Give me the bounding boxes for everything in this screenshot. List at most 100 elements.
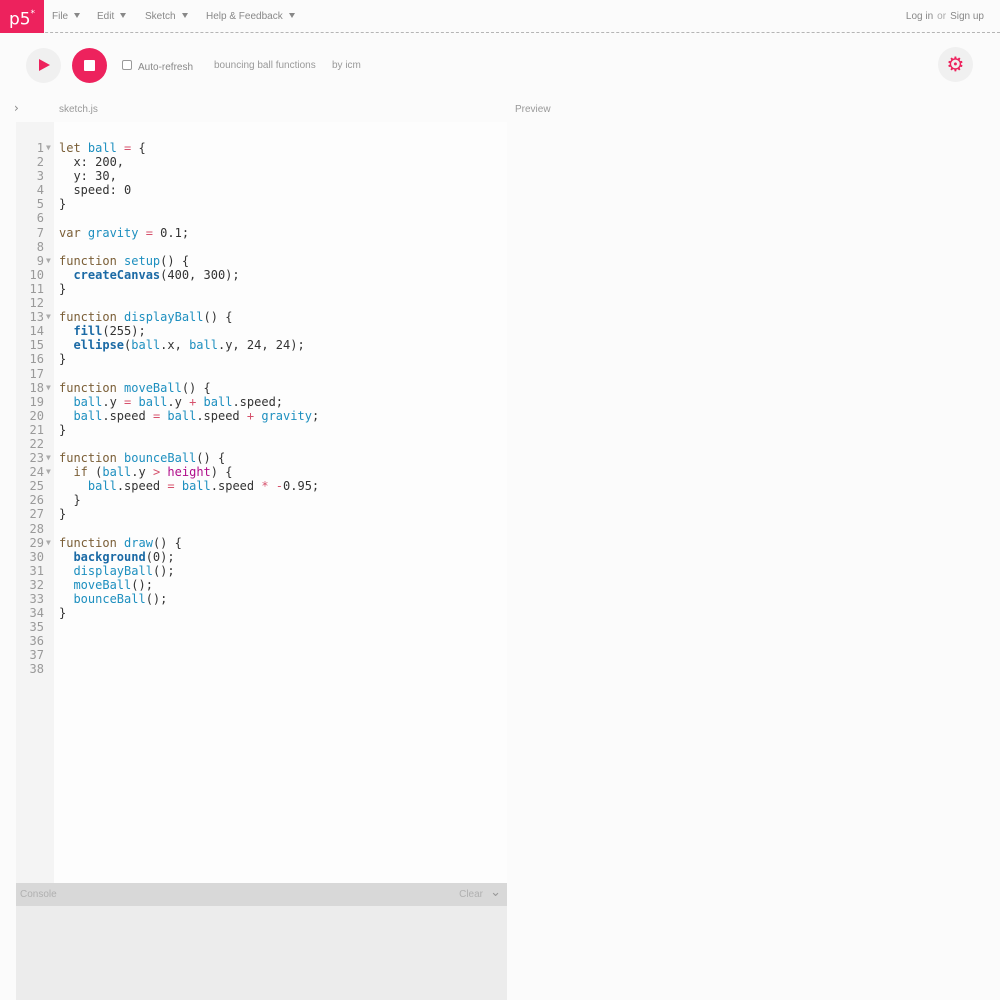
file-tab-sketch-js[interactable]: sketch.js	[59, 104, 98, 115]
code-line[interactable]: 33 bounceBall();	[16, 592, 507, 606]
code-line[interactable]: 9 ▼ function setup() {	[16, 254, 507, 268]
chevron-right-icon[interactable]: ›	[14, 101, 19, 115]
code-text: bounceBall();	[73, 592, 168, 606]
top-nav: p5* File Edit Sketch Help & Feedback Log…	[0, 0, 1000, 33]
code-line[interactable]: 29 ▼ function draw() {	[16, 536, 507, 550]
code-line[interactable]: 16}	[16, 352, 507, 366]
code-text: }	[59, 493, 81, 508]
code-line[interactable]: 28	[16, 522, 507, 536]
code-text: }	[59, 422, 67, 437]
code-line[interactable]: 30 background(0);	[16, 550, 507, 564]
code-line[interactable]: 25 ball.speed = ball.speed * -0.95;	[16, 479, 507, 493]
code-line[interactable]: 26 }	[16, 493, 507, 507]
code-text: moveBall();	[73, 577, 153, 592]
code-line[interactable]: 12	[16, 296, 507, 310]
menu-sketch[interactable]: Sketch	[145, 0, 188, 33]
fold-arrow-icon[interactable]: ▼	[46, 254, 51, 268]
play-button[interactable]	[26, 48, 61, 83]
code-line[interactable]: 34}	[16, 606, 507, 620]
code-line[interactable]: 4 speed: 0	[16, 183, 507, 197]
signup-link[interactable]: Sign up	[950, 11, 984, 22]
code-line[interactable]: 31 displayBall();	[16, 564, 507, 578]
code-line[interactable]: 18 ▼ function moveBall() {	[16, 381, 507, 395]
line-number: 7	[36, 225, 44, 240]
line-number: 38	[29, 662, 44, 677]
code-line[interactable]: 24 ▼ if (ball.y > height) {	[16, 465, 507, 479]
code-line[interactable]: 10 createCanvas(400, 300);	[16, 268, 507, 282]
fold-arrow-icon[interactable]: ▼	[46, 451, 51, 465]
code-text: function bounceBall() {	[59, 451, 226, 466]
console-label: Console	[20, 889, 57, 900]
line-number: 29	[29, 535, 44, 550]
line-number: 20	[29, 408, 44, 423]
fold-arrow-icon[interactable]: ▼	[46, 310, 51, 324]
line-number: 9	[36, 253, 44, 268]
menu-help[interactable]: Help & Feedback	[206, 0, 295, 33]
code-line[interactable]: 1 ▼ let ball = {	[16, 141, 507, 155]
code-line[interactable]: 20 ball.speed = ball.speed + gravity;	[16, 409, 507, 423]
code-line[interactable]: 17	[16, 367, 507, 381]
code-line[interactable]: 3 y: 30,	[16, 169, 507, 183]
code-line[interactable]: 19 ball.y = ball.y + ball.speed;	[16, 395, 507, 409]
menu-sketch-label: Sketch	[145, 11, 176, 22]
code-line[interactable]: 37	[16, 648, 507, 662]
code-line[interactable]: 11}	[16, 282, 507, 296]
code-text: ball.y = ball.y + ball.speed;	[73, 394, 284, 409]
menu-file[interactable]: File	[52, 0, 81, 33]
console-clear-button[interactable]: Clear	[459, 889, 483, 900]
code-line[interactable]: 13 ▼ function displayBall() {	[16, 310, 507, 324]
login-link[interactable]: Log in	[906, 11, 933, 22]
line-number: 1	[36, 141, 44, 155]
caret-down-icon	[288, 12, 295, 18]
code-line[interactable]: 5}	[16, 197, 507, 211]
code-text: function moveBall() {	[59, 380, 211, 395]
code-line[interactable]: 8	[16, 240, 507, 254]
line-number: 17	[29, 366, 44, 381]
fold-arrow-icon[interactable]: ▼	[46, 536, 51, 550]
code-line[interactable]: 38	[16, 662, 507, 676]
play-icon	[39, 59, 50, 71]
code-line[interactable]: 32 moveBall();	[16, 578, 507, 592]
code-line[interactable]: 22	[16, 437, 507, 451]
code-text: function draw() {	[59, 535, 182, 550]
code-text: let ball = {	[59, 141, 146, 155]
line-number: 8	[36, 239, 44, 254]
code-text: ball.speed = ball.speed * -0.95;	[87, 479, 320, 494]
auto-refresh-checkbox[interactable]	[122, 60, 132, 70]
code-line[interactable]: 6	[16, 211, 507, 225]
code-line[interactable]: 15 ellipse(ball.x, ball.y, 24, 24);	[16, 338, 507, 352]
line-number: 14	[29, 324, 44, 339]
line-number: 27	[29, 507, 44, 522]
code-text: displayBall();	[73, 563, 175, 578]
code-line[interactable]: 2 x: 200,	[16, 155, 507, 169]
code-text: ellipse(ball.x, ball.y, 24, 24);	[73, 338, 305, 353]
stop-button[interactable]	[72, 48, 107, 83]
preview-label: Preview	[515, 104, 551, 115]
sketch-owner[interactable]: by icm	[332, 60, 361, 71]
code-line[interactable]: 7 var gravity = 0.1;	[16, 226, 507, 240]
code-line[interactable]: 21}	[16, 423, 507, 437]
code-line[interactable]: 14 fill(255);	[16, 324, 507, 338]
fold-arrow-icon[interactable]: ▼	[46, 381, 51, 395]
chevron-down-icon[interactable]: ⌄	[490, 885, 501, 900]
auto-refresh-label: Auto-refresh	[138, 62, 194, 73]
code-text: if (ball.y > height) {	[73, 465, 233, 480]
code-text: function setup() {	[59, 253, 190, 268]
sketch-name[interactable]: bouncing ball functions	[214, 60, 316, 71]
fold-arrow-icon[interactable]: ▼	[46, 465, 51, 479]
code-line[interactable]: 23 ▼ function bounceBall() {	[16, 451, 507, 465]
menu-edit-label: Edit	[97, 11, 115, 22]
code-line[interactable]: 35	[16, 620, 507, 634]
caret-down-icon	[120, 12, 127, 18]
settings-button[interactable]: ⚙	[938, 47, 973, 82]
menu-edit[interactable]: Edit	[97, 0, 127, 33]
code-content[interactable]: 1 ▼ let ball = {2 x: 200, 3 y: 30, 4 speed: …	[16, 141, 507, 677]
p5-logo[interactable]: p5*	[0, 0, 44, 33]
fold-arrow-icon[interactable]: ▼	[46, 141, 51, 155]
code-line[interactable]: 27}	[16, 507, 507, 521]
line-number: 5	[36, 197, 44, 212]
code-text: y: 30,	[59, 169, 117, 184]
code-line[interactable]: 36	[16, 634, 507, 648]
line-number: 13	[29, 310, 44, 325]
line-number: 2	[36, 155, 44, 170]
